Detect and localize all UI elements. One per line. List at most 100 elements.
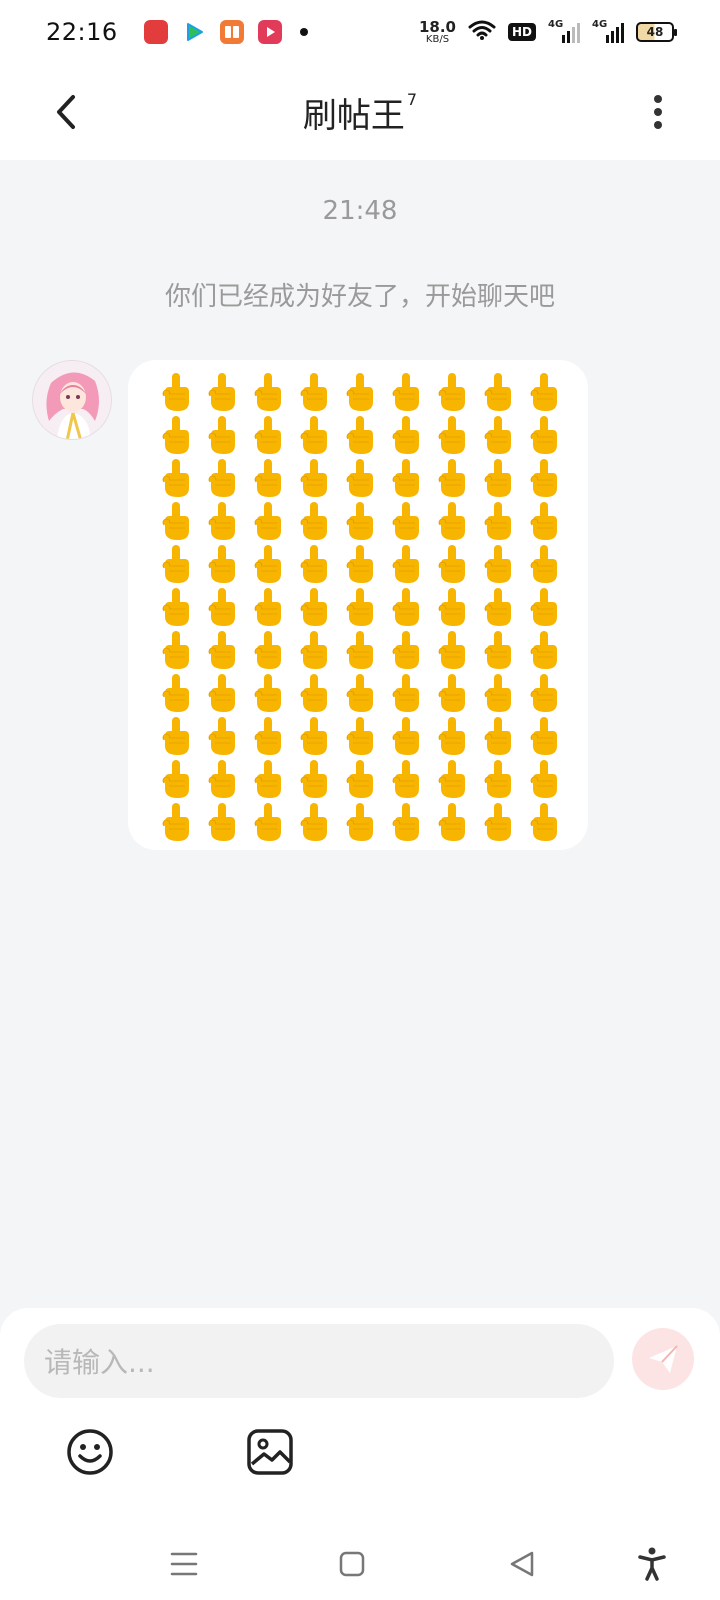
- smiley-icon: [67, 1429, 113, 1475]
- middle-finger-emoji-icon: [338, 628, 384, 671]
- back-arrow-icon: [57, 95, 75, 129]
- middle-finger-emoji-icon: [292, 585, 338, 628]
- back-triangle-icon: [510, 1551, 534, 1577]
- middle-finger-emoji-icon: [200, 542, 246, 585]
- middle-finger-emoji-icon: [384, 714, 430, 757]
- recent-apps-button[interactable]: [164, 1546, 204, 1582]
- middle-finger-emoji-icon: [338, 413, 384, 456]
- middle-finger-emoji-icon: [200, 499, 246, 542]
- middle-finger-emoji-icon: [154, 800, 200, 843]
- middle-finger-emoji-icon: [246, 413, 292, 456]
- contact-level: 7: [406, 89, 418, 109]
- middle-finger-emoji-icon: [476, 456, 522, 499]
- middle-finger-emoji-icon: [476, 628, 522, 671]
- middle-finger-emoji-icon: [522, 714, 568, 757]
- middle-finger-emoji-icon: [384, 413, 430, 456]
- middle-finger-emoji-icon: [200, 757, 246, 800]
- middle-finger-emoji-icon: [384, 585, 430, 628]
- middle-finger-emoji-icon: [476, 499, 522, 542]
- home-button[interactable]: [332, 1546, 372, 1582]
- message-list[interactable]: 21:48 你们已经成为好友了，开始聊天吧: [0, 160, 720, 1310]
- middle-finger-emoji-icon: [154, 370, 200, 413]
- middle-finger-emoji-icon: [522, 671, 568, 714]
- middle-finger-emoji-icon: [476, 585, 522, 628]
- signal-icon-2: 4G: [592, 19, 624, 43]
- system-nav-bar: [0, 1528, 720, 1600]
- middle-finger-emoji-icon: [522, 757, 568, 800]
- middle-finger-emoji-icon: [292, 628, 338, 671]
- more-vertical-icon: [654, 95, 662, 129]
- middle-finger-emoji-icon: [154, 757, 200, 800]
- chat-title: 刷帖王 7: [303, 88, 417, 137]
- middle-finger-emoji-icon: [338, 585, 384, 628]
- middle-finger-emoji-icon: [476, 413, 522, 456]
- net-speed: 18.0 KB/S: [419, 19, 456, 45]
- middle-finger-emoji-icon: [338, 370, 384, 413]
- middle-finger-emoji-icon: [338, 671, 384, 714]
- send-plane-icon: [649, 1345, 678, 1373]
- middle-finger-emoji-icon: [430, 628, 476, 671]
- accessibility-icon: [638, 1547, 666, 1581]
- middle-finger-emoji-icon: [200, 413, 246, 456]
- status-indicators: 18.0 KB/S HD 4G 4G 48: [419, 19, 677, 45]
- message-timestamp: 21:48: [322, 196, 398, 226]
- middle-finger-emoji-icon: [200, 671, 246, 714]
- accessibility-button[interactable]: [632, 1546, 672, 1582]
- middle-finger-emoji-icon: [338, 757, 384, 800]
- hd-badge: HD: [507, 23, 536, 41]
- signal-1-label: 4G: [548, 19, 564, 30]
- middle-finger-emoji-icon: [384, 542, 430, 585]
- middle-finger-emoji-icon: [430, 456, 476, 499]
- middle-finger-emoji-icon: [384, 757, 430, 800]
- middle-finger-emoji-icon: [154, 628, 200, 671]
- system-back-button[interactable]: [502, 1546, 542, 1582]
- contact-avatar[interactable]: [32, 360, 112, 440]
- wifi-icon: [468, 19, 496, 45]
- middle-finger-emoji-icon: [430, 370, 476, 413]
- video-play-app-icon: [182, 20, 206, 44]
- middle-finger-emoji-icon: [292, 456, 338, 499]
- middle-finger-emoji-icon: [292, 800, 338, 843]
- status-time: 22:16: [46, 18, 118, 46]
- middle-finger-emoji-icon: [154, 585, 200, 628]
- middle-finger-emoji-icon: [292, 542, 338, 585]
- chat-screen: 22:16 18.0 KB/S HD 4G 4G 48 刷帖王 7 21:48 …: [0, 0, 720, 1600]
- middle-finger-emoji-icon: [476, 671, 522, 714]
- middle-finger-emoji-icon: [292, 413, 338, 456]
- middle-finger-emoji-icon: [522, 370, 568, 413]
- middle-finger-emoji-icon: [522, 499, 568, 542]
- middle-finger-emoji-icon: [384, 671, 430, 714]
- middle-finger-emoji-icon: [200, 714, 246, 757]
- middle-finger-emoji-icon: [430, 800, 476, 843]
- message-bubble[interactable]: [128, 360, 588, 850]
- send-button[interactable]: [632, 1328, 694, 1390]
- middle-finger-emoji-icon: [246, 671, 292, 714]
- middle-finger-emoji-icon: [384, 456, 430, 499]
- contact-name: 刷帖王: [302, 95, 405, 136]
- middle-finger-emoji-icon: [292, 757, 338, 800]
- book-app-icon: [219, 20, 244, 44]
- middle-finger-emoji-icon: [200, 370, 246, 413]
- signal-2-label: 4G: [592, 19, 608, 30]
- message-input[interactable]: 请输入...: [24, 1324, 614, 1398]
- middle-finger-emoji-icon: [200, 585, 246, 628]
- middle-finger-emoji-icon: [476, 757, 522, 800]
- menu-lines-icon: [170, 1552, 198, 1576]
- net-speed-unit: KB/S: [425, 33, 450, 45]
- image-button[interactable]: [244, 1426, 296, 1478]
- middle-finger-emoji-icon: [476, 800, 522, 843]
- middle-finger-emoji-icon: [154, 542, 200, 585]
- middle-finger-emoji-icon: [522, 585, 568, 628]
- emoji-button[interactable]: [64, 1426, 116, 1478]
- middle-finger-emoji-icon: [476, 714, 522, 757]
- more-options-button[interactable]: [636, 86, 680, 138]
- middle-finger-emoji-icon: [292, 499, 338, 542]
- middle-finger-emoji-icon: [522, 456, 568, 499]
- notification-app-icon: [143, 20, 168, 44]
- middle-finger-emoji-icon: [154, 671, 200, 714]
- back-button[interactable]: [40, 86, 92, 138]
- middle-finger-emoji-icon: [246, 542, 292, 585]
- middle-finger-emoji-icon: [430, 671, 476, 714]
- middle-finger-emoji-icon: [246, 714, 292, 757]
- middle-finger-emoji-icon: [430, 542, 476, 585]
